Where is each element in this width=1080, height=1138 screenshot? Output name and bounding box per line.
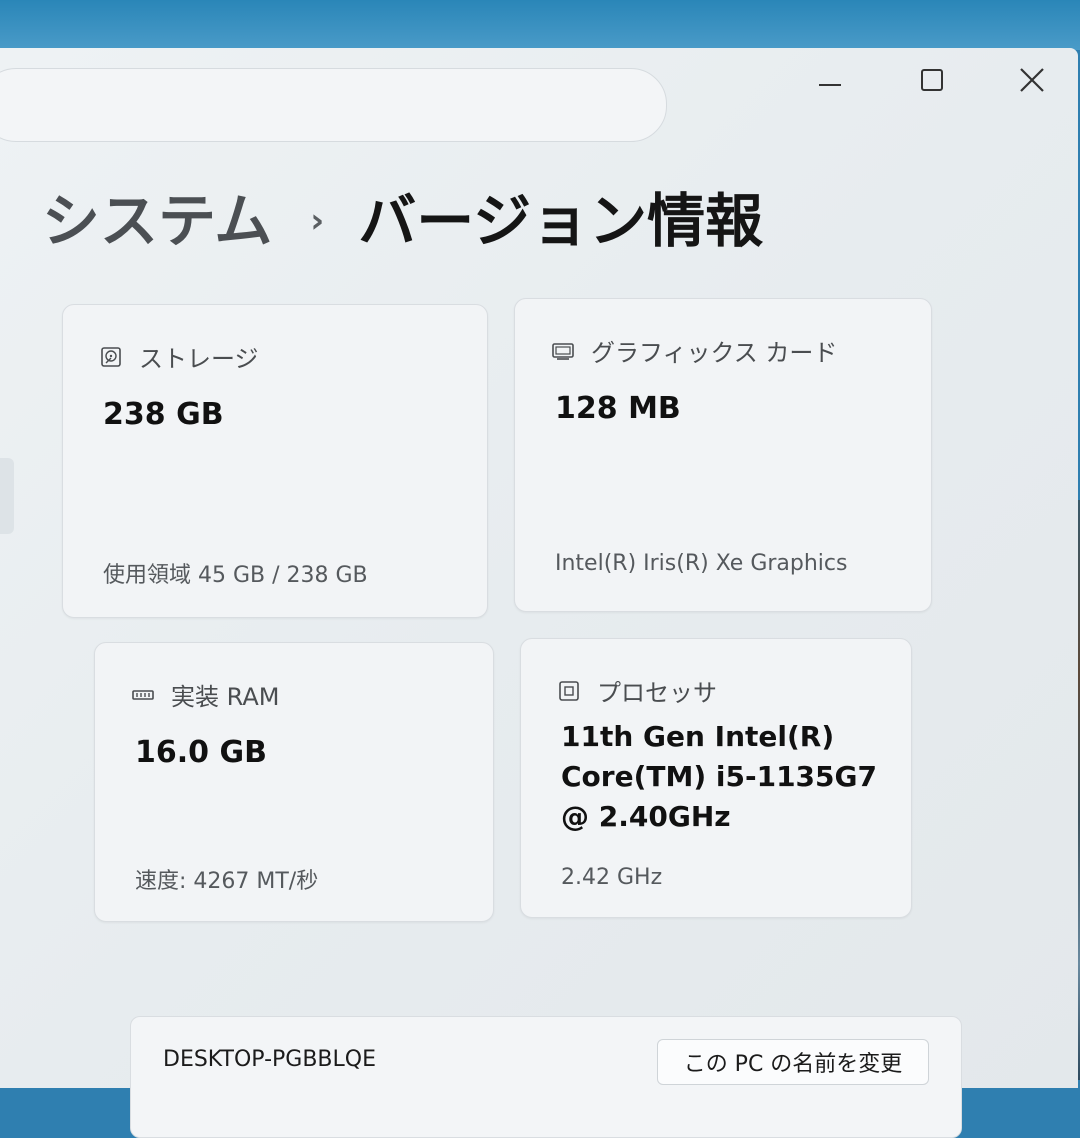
rename-pc-button[interactable]: この PC の名前を変更	[657, 1039, 929, 1085]
maximize-button[interactable]	[902, 58, 962, 102]
desktop-background	[0, 0, 1080, 50]
processor-label: プロセッサ	[597, 679, 717, 707]
minimize-icon	[819, 84, 841, 86]
minimize-button[interactable]	[800, 58, 860, 102]
graphics-label: グラフィックス カード	[591, 339, 838, 367]
storage-detail: 使用領域 45 GB / 238 GB	[103, 563, 368, 588]
ram-label: 実装 RAM	[171, 683, 280, 711]
maximize-icon	[921, 69, 943, 91]
page-title: バージョン情報	[358, 187, 764, 255]
hard-drive-icon	[101, 346, 121, 367]
ram-value: 16.0 GB	[135, 735, 267, 770]
graphics-card: グラフィックス カード 128 MB Intel(R) Iris(R) Xe G…	[514, 298, 932, 612]
processor-detail: 2.42 GHz	[561, 865, 663, 890]
close-button[interactable]	[1002, 58, 1062, 102]
graphics-detail: Intel(R) Iris(R) Xe Graphics	[555, 551, 848, 576]
cpu-icon	[559, 680, 579, 701]
storage-card: ストレージ 238 GB 使用領域 45 GB / 238 GB	[62, 304, 488, 618]
nav-pane-edge	[0, 458, 14, 534]
storage-label: ストレージ	[139, 345, 259, 373]
display-adapter-icon	[552, 342, 574, 360]
breadcrumb: システム › バージョン情報	[42, 186, 763, 256]
device-name: DESKTOP-PGBBLQE	[163, 1047, 376, 1072]
storage-value: 238 GB	[103, 397, 224, 432]
ram-detail: 速度: 4267 MT/秒	[135, 869, 319, 894]
processor-card: プロセッサ 11th Gen Intel(R) Core(TM) i5-1135…	[520, 638, 912, 918]
close-icon	[1020, 68, 1044, 92]
breadcrumb-system[interactable]: システム	[42, 186, 272, 256]
settings-window: システム › バージョン情報 ストレージ 238 GB 使用領域 45 GB /…	[0, 48, 1078, 1138]
processor-value: 11th Gen Intel(R) Core(TM) i5-1135G7 @ 2…	[561, 720, 877, 833]
search-box[interactable]	[0, 68, 667, 142]
memory-icon	[132, 689, 154, 700]
breadcrumb-separator: ›	[310, 201, 325, 241]
graphics-value: 128 MB	[555, 391, 681, 426]
device-name-panel: DESKTOP-PGBBLQE この PC の名前を変更	[130, 1016, 962, 1138]
ram-card: 実装 RAM 16.0 GB 速度: 4267 MT/秒	[94, 642, 494, 922]
